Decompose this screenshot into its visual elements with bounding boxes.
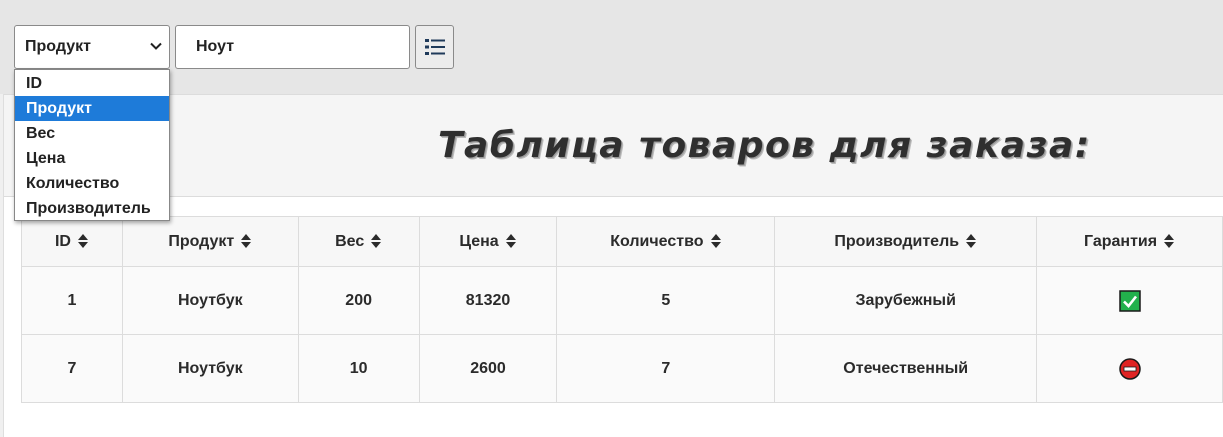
dropdown-option-quantity[interactable]: Количество — [15, 171, 169, 196]
list-button[interactable] — [415, 25, 454, 69]
title-panel: Таблица товаров для заказа: — [4, 94, 1223, 197]
sort-icon — [710, 234, 721, 249]
column-header-warranty[interactable]: Гарантия — [1036, 216, 1223, 267]
cell-warranty — [1036, 334, 1223, 403]
cell-product: Ноутбук — [121, 334, 299, 403]
table-header-row: ID Продукт Вес Цена Количество Производи… — [21, 216, 1223, 267]
goods-table: ID Продукт Вес Цена Количество Производи… — [21, 216, 1223, 403]
cell-warranty — [1036, 266, 1223, 335]
dropdown-option-manufacturer[interactable]: Производитель — [15, 196, 169, 221]
cell-id: 7 — [21, 334, 123, 403]
cell-price: 81320 — [418, 266, 558, 335]
column-header-price[interactable]: Цена — [418, 216, 558, 267]
cell-weight: 10 — [297, 334, 420, 403]
dropdown-option-product[interactable]: Продукт — [15, 96, 169, 121]
column-header-id[interactable]: ID — [21, 216, 123, 267]
cell-product: Ноутбук — [121, 266, 299, 335]
column-header-weight[interactable]: Вес — [297, 216, 420, 267]
sort-icon — [1164, 234, 1175, 249]
dropdown-option-weight[interactable]: Вес — [15, 121, 169, 146]
cell-quantity: 7 — [556, 334, 776, 403]
sort-icon — [966, 234, 977, 249]
column-header-quantity[interactable]: Количество — [556, 216, 776, 267]
chevron-down-icon — [150, 42, 162, 50]
dropdown-option-id[interactable]: ID — [15, 71, 169, 96]
cell-manufacturer: Отечественный — [774, 334, 1038, 403]
no-entry-icon — [1118, 357, 1141, 380]
filter-field-select[interactable]: Продукт — [14, 25, 170, 69]
dropdown-option-price[interactable]: Цена — [15, 146, 169, 171]
check-icon — [1118, 289, 1141, 312]
table-row: 1 Ноутбук 200 81320 5 Зарубежный — [21, 266, 1223, 335]
sort-icon — [241, 234, 252, 249]
cell-quantity: 5 — [556, 266, 776, 335]
cell-price: 2600 — [418, 334, 558, 403]
column-header-manufacturer[interactable]: Производитель — [774, 216, 1038, 267]
filter-field-selected-label: Продукт — [25, 38, 91, 55]
cell-id: 1 — [21, 266, 123, 335]
toolbar: Продукт — [0, 0, 1223, 94]
sort-icon — [371, 234, 382, 249]
column-header-product[interactable]: Продукт — [121, 216, 299, 267]
search-input[interactable] — [175, 25, 410, 69]
table-row: 7 Ноутбук 10 2600 7 Отечественный — [21, 334, 1223, 403]
sort-icon — [505, 234, 516, 249]
page-title: Таблица товаров для заказа: — [438, 125, 1091, 166]
cell-weight: 200 — [297, 266, 420, 335]
filter-field-dropdown: ID Продукт Вес Цена Количество Производи… — [14, 69, 170, 221]
list-icon — [425, 39, 445, 55]
sort-icon — [77, 234, 88, 249]
cell-manufacturer: Зарубежный — [774, 266, 1038, 335]
